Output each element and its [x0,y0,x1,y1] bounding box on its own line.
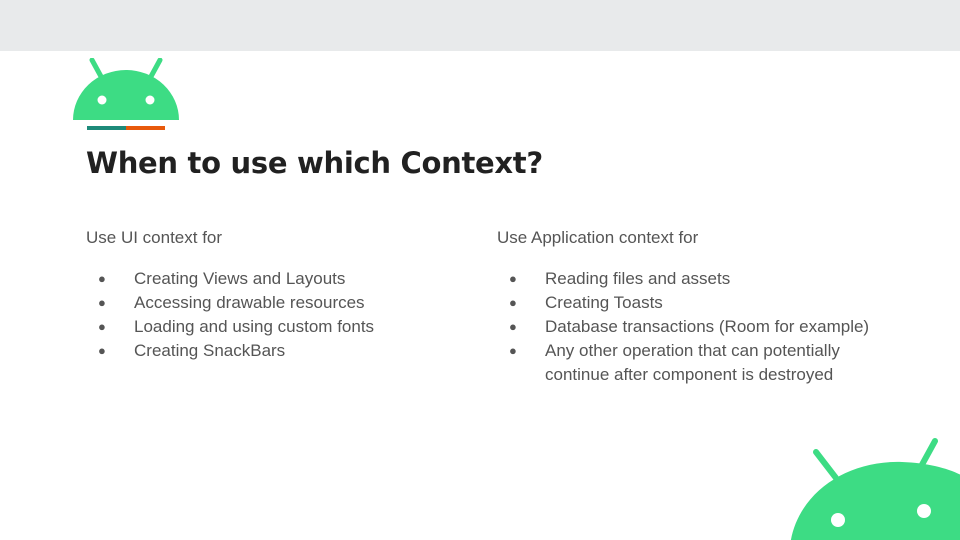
list-item-text: Database transactions (Room for example) [545,317,870,336]
slide: When to use which Context? Use UI contex… [0,0,960,540]
list-item: ● Creating Views and Layouts [86,267,466,291]
android-logo-icon [73,58,179,120]
list-item: ● Database transactions (Room for example… [497,315,897,339]
list-item-text: Creating SnackBars [134,341,286,360]
list-item: ● Loading and using custom fonts [86,315,466,339]
application-context-list: ● Reading files and assets ● Creating Toas… [497,267,897,387]
bullet-icon: ● [98,271,106,286]
bullet-icon: ● [98,343,106,358]
accent-teal-segment [87,126,126,130]
top-bar [0,0,960,51]
list-item-text: Loading and using custom fonts [134,317,375,336]
list-item-text: Accessing drawable resources [134,293,365,312]
bullet-icon: ● [509,343,517,358]
list-item: ● Accessing drawable resources [86,291,466,315]
bullet-icon: ● [98,319,106,334]
ui-context-heading: Use UI context for [86,228,223,247]
application-context-column: Use Application context for ● Reading fil… [497,227,897,387]
accent-orange-segment [126,126,165,130]
slide-title: When to use which Context? [86,146,543,180]
application-context-heading: Use Application context for [497,228,699,247]
title-accent-bar [87,126,165,130]
list-item: ● Creating SnackBars [86,339,466,363]
bullet-icon: ● [509,295,517,310]
ui-context-column: Use UI context for ● Creating Views and L… [86,227,466,363]
bullet-icon: ● [98,295,106,310]
list-item-text: Creating Toasts [545,293,663,312]
android-logo-corner-icon [791,438,960,540]
ui-context-list: ● Creating Views and Layouts ● Accessing d… [86,267,466,363]
list-item: ● Reading files and assets [497,267,897,291]
list-item: ● Any other operation that can potentiall… [497,339,885,387]
bullet-icon: ● [509,271,517,286]
bullet-icon: ● [509,319,517,334]
list-item-text: Any other operation that can potentially… [545,341,840,384]
list-item: ● Creating Toasts [497,291,897,315]
list-item-text: Creating Views and Layouts [134,269,346,288]
list-item-text: Reading files and assets [545,269,731,288]
